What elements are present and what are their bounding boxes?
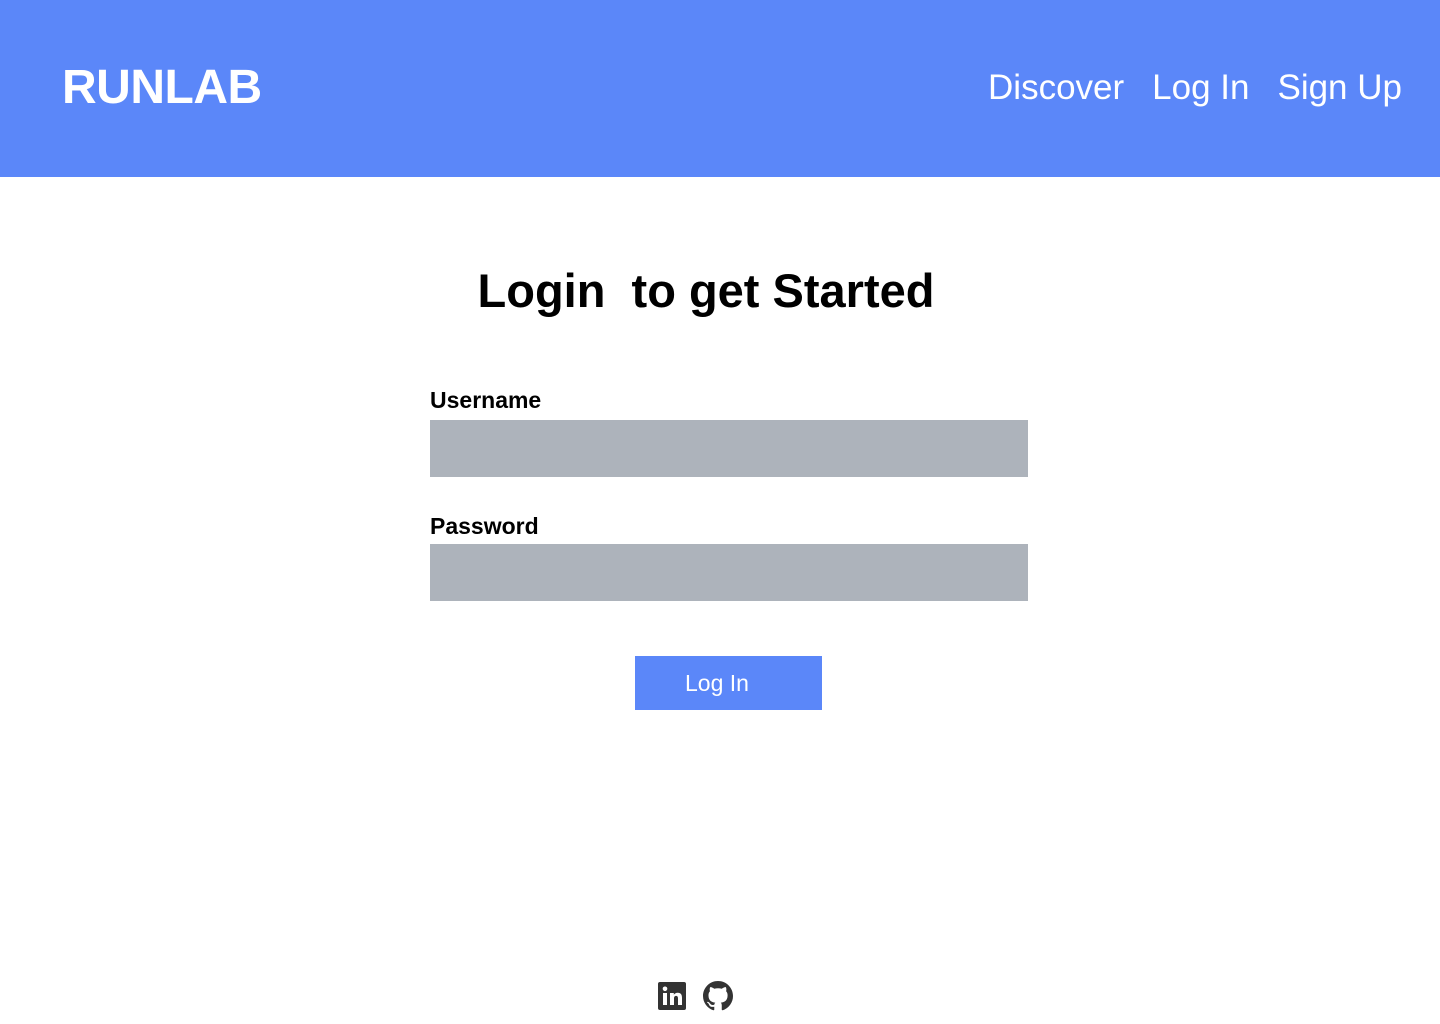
footer-social	[657, 981, 733, 1011]
login-page: RUNLAB Discover Log In Sign Up Login to …	[0, 0, 1440, 1024]
github-icon[interactable]	[703, 981, 733, 1011]
username-input[interactable]	[430, 420, 1028, 477]
nav-signup-link[interactable]: Sign Up	[1277, 64, 1402, 112]
nav-discover-link[interactable]: Discover	[988, 64, 1124, 112]
password-label: Password	[430, 513, 539, 539]
main-nav: Discover Log In Sign Up	[988, 64, 1402, 112]
page-title: Login to get Started	[477, 264, 935, 317]
top-header: RUNLAB Discover Log In Sign Up	[0, 0, 1440, 177]
password-input[interactable]	[430, 544, 1028, 601]
linkedin-icon[interactable]	[657, 981, 687, 1011]
logo[interactable]: RUNLAB	[62, 60, 262, 116]
login-button[interactable]: Log In	[635, 656, 822, 710]
username-label: Username	[430, 387, 542, 413]
nav-login-link[interactable]: Log In	[1152, 64, 1249, 112]
